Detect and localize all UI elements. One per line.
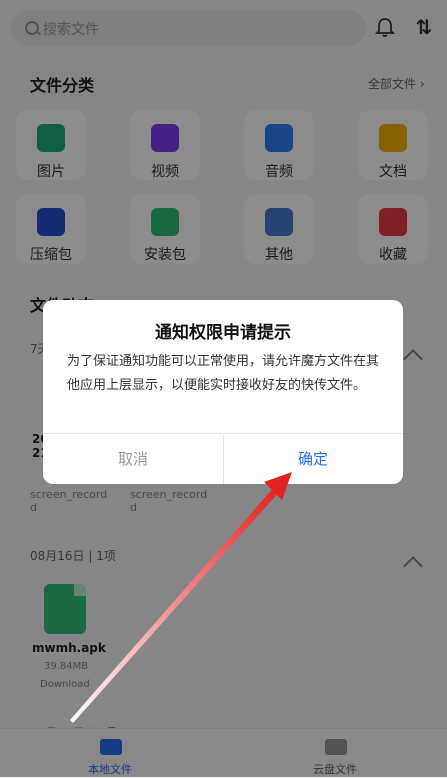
annotation-arrow xyxy=(70,472,292,723)
